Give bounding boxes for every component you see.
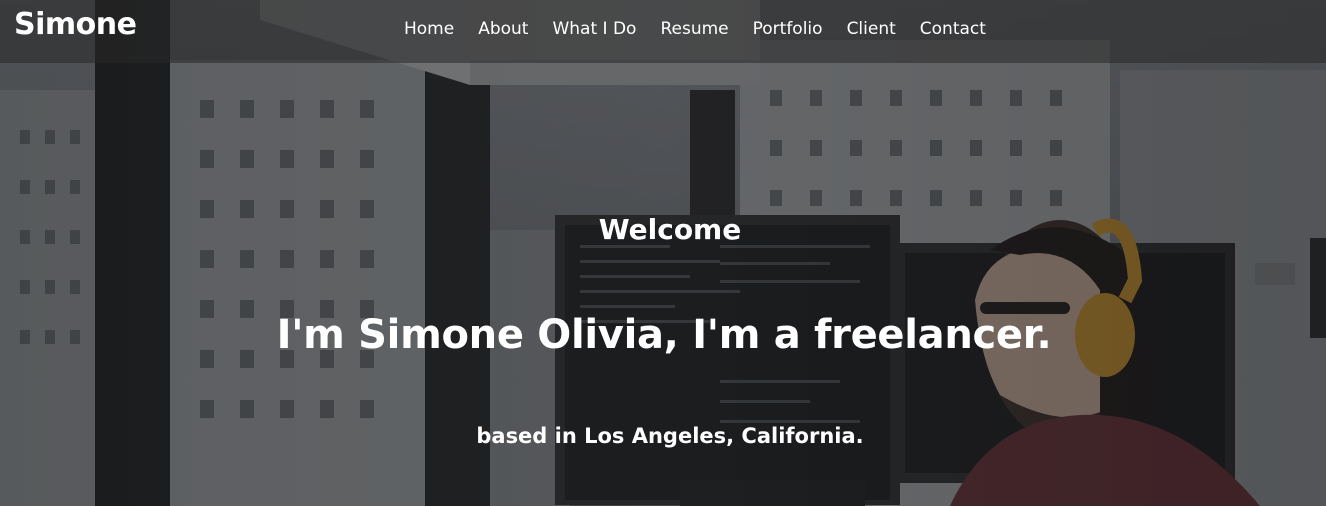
nav-item-home: Home — [392, 17, 466, 41]
nav-link-home[interactable]: Home — [392, 17, 466, 41]
nav-link-client[interactable]: Client — [835, 17, 908, 41]
nav-menu: Home About What I Do Resume Portfolio Cl… — [392, 17, 998, 41]
hero-headline: I'm Simone Olivia, I'm a freelancer. — [276, 312, 1052, 358]
nav-item-resume: Resume — [648, 17, 740, 41]
nav-link-about[interactable]: About — [466, 17, 540, 41]
nav-link-contact[interactable]: Contact — [908, 17, 998, 41]
nav-item-portfolio: Portfolio — [741, 17, 835, 41]
top-navbar: Simone Home About What I Do Resume Portf… — [0, 0, 1326, 63]
nav-item-what-i-do: What I Do — [540, 17, 648, 41]
brand-logo[interactable]: Simone — [14, 6, 137, 44]
hero-section: Simone Home About What I Do Resume Portf… — [0, 0, 1326, 506]
nav-item-client: Client — [835, 17, 908, 41]
nav-item-about: About — [466, 17, 540, 41]
nav-link-what-i-do[interactable]: What I Do — [540, 17, 648, 41]
hero-location-text: based in Los Angeles, California. — [476, 424, 864, 448]
nav-link-portfolio[interactable]: Portfolio — [741, 17, 835, 41]
hero-welcome-heading: Welcome — [598, 213, 742, 246]
nav-link-resume[interactable]: Resume — [648, 17, 740, 41]
nav-item-contact: Contact — [908, 17, 998, 41]
